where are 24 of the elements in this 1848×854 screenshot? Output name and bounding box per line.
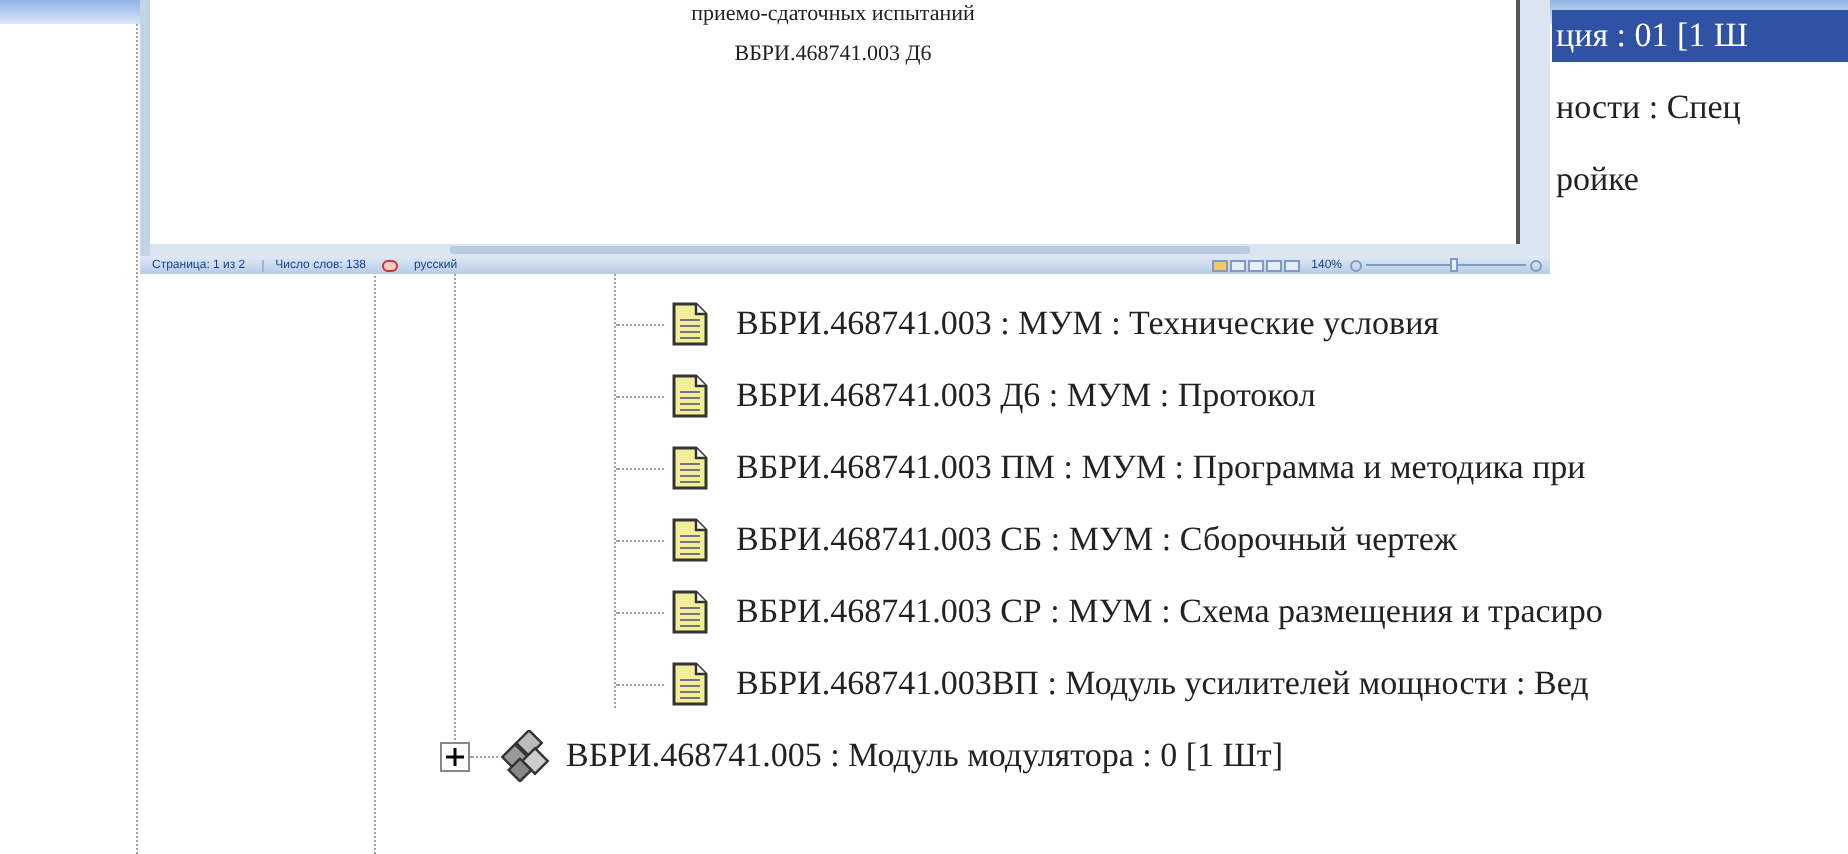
document-icon bbox=[670, 590, 710, 634]
zoom-in-icon[interactable] bbox=[1530, 259, 1542, 271]
zoom-out-icon[interactable] bbox=[1350, 259, 1362, 271]
document-icon bbox=[670, 518, 710, 562]
document-icon bbox=[670, 374, 710, 418]
zoom-slider-thumb[interactable] bbox=[1449, 258, 1458, 272]
tree-item[interactable]: ВБРИ.468741.005 : Модуль модулятора : 0 [1 Шт] bbox=[564, 730, 1285, 782]
document-text: приемо-сдаточных испытаний bbox=[691, 0, 975, 28]
document-icon bbox=[670, 662, 710, 706]
tree-item[interactable]: ВБРИ.468741.003 : МУМ : Технические условия bbox=[734, 298, 1441, 350]
tree-item[interactable]: ВБРИ.468741.003ВП : Модуль усилителей мощности : Вед bbox=[734, 658, 1591, 710]
tree-item[interactable]: ВБРИ.468741.003 СБ : МУМ : Сборочный чертеж bbox=[734, 514, 1460, 566]
document-icon bbox=[670, 446, 710, 490]
vertical-scrollbar[interactable] bbox=[1520, 0, 1550, 256]
tree-item[interactable]: ройке bbox=[1552, 154, 1848, 206]
tree-item[interactable]: ВБРИ.468741.003 Д6 : МУМ : Протокол bbox=[734, 370, 1318, 422]
tree-item[interactable]: ция : 01 [1 Ш bbox=[1552, 10, 1848, 62]
expand-icon[interactable] bbox=[440, 741, 470, 771]
spelling-icon[interactable] bbox=[382, 259, 399, 271]
tree-item[interactable]: ВБРИ.468741.003 СР : МУМ : Схема размещения и трасиро bbox=[734, 586, 1605, 638]
document-text: ВБРИ.468741.003 Д6 bbox=[734, 40, 932, 68]
document-icon bbox=[670, 302, 710, 346]
tree-item[interactable]: ности : Спец bbox=[1552, 82, 1848, 134]
tree-item[interactable]: ВБРИ.468741.003 ПМ : МУМ : Программа и методика при bbox=[734, 442, 1588, 494]
